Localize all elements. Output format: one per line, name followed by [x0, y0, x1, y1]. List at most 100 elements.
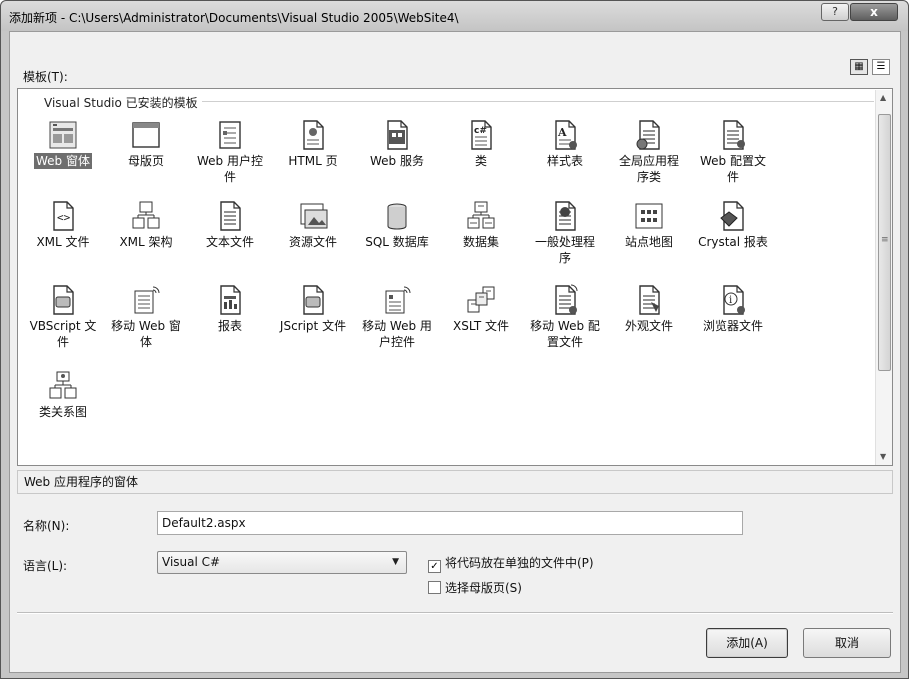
add-new-item-dialog: 添加新项 - C:\Users\Administrator\Documents\…: [0, 0, 909, 679]
resource-file-icon: [300, 203, 328, 229]
svg-text:c#: c#: [474, 126, 487, 136]
template-stylesheet[interactable]: A 样式表: [524, 119, 606, 169]
templates-scrollbar[interactable]: ▲ ≡ ▼: [875, 90, 892, 465]
list-view-button[interactable]: ☰: [872, 59, 890, 75]
template-text-file[interactable]: 文本文件: [189, 200, 271, 250]
html-page-icon: [303, 120, 324, 150]
help-button[interactable]: ?: [821, 3, 849, 21]
name-label: 名称(N):: [23, 519, 70, 533]
template-label: XML 文件: [36, 235, 90, 249]
template-label: 母版页: [127, 154, 164, 168]
template-global-app-class[interactable]: 全局应用程 序类: [608, 119, 690, 185]
checkbox-checked-icon: ✓: [428, 560, 441, 573]
language-value: Visual C#: [162, 555, 221, 569]
class-diagram-icon: [49, 371, 77, 399]
title-bar[interactable]: 添加新项 - C:\Users\Administrator\Documents\…: [1, 1, 908, 31]
template-mobile-web-config[interactable]: 移动 Web 配置文件: [524, 284, 606, 350]
cancel-button[interactable]: 取消: [803, 628, 891, 658]
checkbox-unchecked-icon: [428, 581, 441, 594]
template-xml-file[interactable]: <> XML 文件: [22, 200, 104, 250]
template-label: 站点地图: [624, 235, 673, 249]
template-crystal-report[interactable]: Crystal 报表: [692, 200, 774, 250]
sql-database-icon: [387, 203, 407, 230]
master-page-icon: [132, 122, 160, 148]
template-group-title: Visual Studio 已安装的模板: [44, 94, 202, 111]
crystal-report-icon: [720, 201, 744, 231]
template-site-map[interactable]: 站点地图: [608, 200, 690, 250]
report-icon: [220, 285, 241, 315]
template-jscript-file[interactable]: JScript 文件: [272, 284, 354, 334]
xml-file-icon: <>: [53, 201, 74, 231]
web-service-icon: [387, 120, 408, 150]
text-file-icon: [220, 201, 241, 231]
separate-file-checkbox[interactable]: ✓ 将代码放在单独的文件中(P): [428, 556, 594, 573]
vbscript-file-icon: [53, 285, 74, 315]
svg-text:<>: <>: [57, 211, 71, 224]
template-web-service[interactable]: Web 服务: [356, 119, 438, 169]
template-label: XSLT 文件: [452, 319, 510, 333]
template-report[interactable]: 报表: [189, 284, 271, 334]
xml-schema-icon: [132, 201, 160, 229]
template-label: 数据集: [462, 235, 499, 249]
template-xml-schema[interactable]: XML 架构: [105, 200, 187, 250]
template-label: 全局应用程 序类: [618, 154, 679, 184]
template-web-config[interactable]: Web 配置文件: [692, 119, 774, 185]
template-web-form[interactable]: Web 窗体: [22, 119, 104, 169]
global-app-class-icon: [636, 120, 660, 150]
template-dataset[interactable]: 数据集: [440, 200, 522, 250]
template-label: 移动 Web 窗体: [111, 319, 181, 349]
template-label: Web 用户控件: [197, 154, 263, 184]
scroll-down-icon[interactable]: ▼: [880, 452, 886, 461]
template-resource-file[interactable]: 资源文件: [272, 200, 354, 250]
name-field[interactable]: Default2.aspx: [157, 511, 743, 535]
template-generic-handler[interactable]: 一般处理程序: [524, 200, 606, 266]
svg-text:i: i: [729, 295, 732, 306]
template-label: JScript 文件: [279, 319, 347, 333]
template-html-page[interactable]: HTML 页: [272, 119, 354, 169]
scroll-up-icon[interactable]: ▲: [880, 93, 886, 102]
template-label: 类: [474, 154, 487, 168]
language-dropdown[interactable]: Visual C# ▼: [157, 551, 407, 574]
mobile-web-form-icon: [134, 286, 160, 314]
browser-file-icon: i: [723, 285, 745, 315]
template-vbscript-file[interactable]: VBScript 文件: [22, 284, 104, 350]
template-label: 浏览器文件: [702, 319, 763, 333]
class-icon: c#: [471, 120, 492, 150]
mobile-web-user-control-icon: [385, 286, 411, 314]
web-config-icon: [723, 120, 745, 150]
close-button[interactable]: x: [850, 3, 898, 21]
template-class-diagram[interactable]: 类关系图: [22, 370, 104, 420]
template-master-page[interactable]: 母版页: [105, 119, 187, 169]
template-label: 移动 Web 配置文件: [530, 319, 600, 349]
template-label: 一般处理程序: [534, 235, 595, 265]
stylesheet-icon: A: [555, 120, 577, 150]
template-label: 资源文件: [288, 235, 337, 249]
template-class[interactable]: c# 类: [440, 119, 522, 169]
template-mobile-web-user-control[interactable]: 移动 Web 用户控件: [356, 284, 438, 350]
template-label: Web 窗体: [34, 153, 92, 169]
template-browser-file[interactable]: i 浏览器文件: [692, 284, 774, 334]
templates-label: 模板(T):: [23, 70, 68, 84]
mobile-web-config-icon: [555, 284, 578, 315]
template-label: 类关系图: [38, 405, 87, 419]
template-label: Web 配置文件: [700, 154, 766, 184]
site-map-icon: [635, 203, 663, 229]
template-sql-database[interactable]: SQL 数据库: [356, 200, 438, 250]
template-label: Crystal 报表: [698, 235, 768, 249]
template-label: Web 服务: [370, 154, 424, 168]
template-description: Web 应用程序的窗体: [17, 470, 893, 494]
chevron-down-icon: ▼: [392, 557, 399, 567]
templates-list[interactable]: Visual Studio 已安装的模板 ▲ ≡ ▼ Web 窗体 母版页 Web …: [17, 88, 893, 466]
large-icons-view-button[interactable]: ▦: [850, 59, 868, 75]
web-user-control-icon: [219, 121, 241, 149]
master-page-checkbox[interactable]: 选择母版页(S): [428, 581, 522, 595]
template-label: SQL 数据库: [365, 235, 429, 249]
template-xslt-file[interactable]: XSLT 文件: [440, 284, 522, 334]
template-label: VBScript 文件: [29, 319, 97, 349]
template-web-user-control[interactable]: Web 用户控件: [189, 119, 271, 185]
skin-file-icon: [639, 285, 660, 315]
add-button[interactable]: 添加(A): [706, 628, 788, 658]
scroll-grip-icon: ≡: [881, 235, 889, 245]
template-skin-file[interactable]: 外观文件: [608, 284, 690, 334]
template-mobile-web-form[interactable]: 移动 Web 窗体: [105, 284, 187, 350]
